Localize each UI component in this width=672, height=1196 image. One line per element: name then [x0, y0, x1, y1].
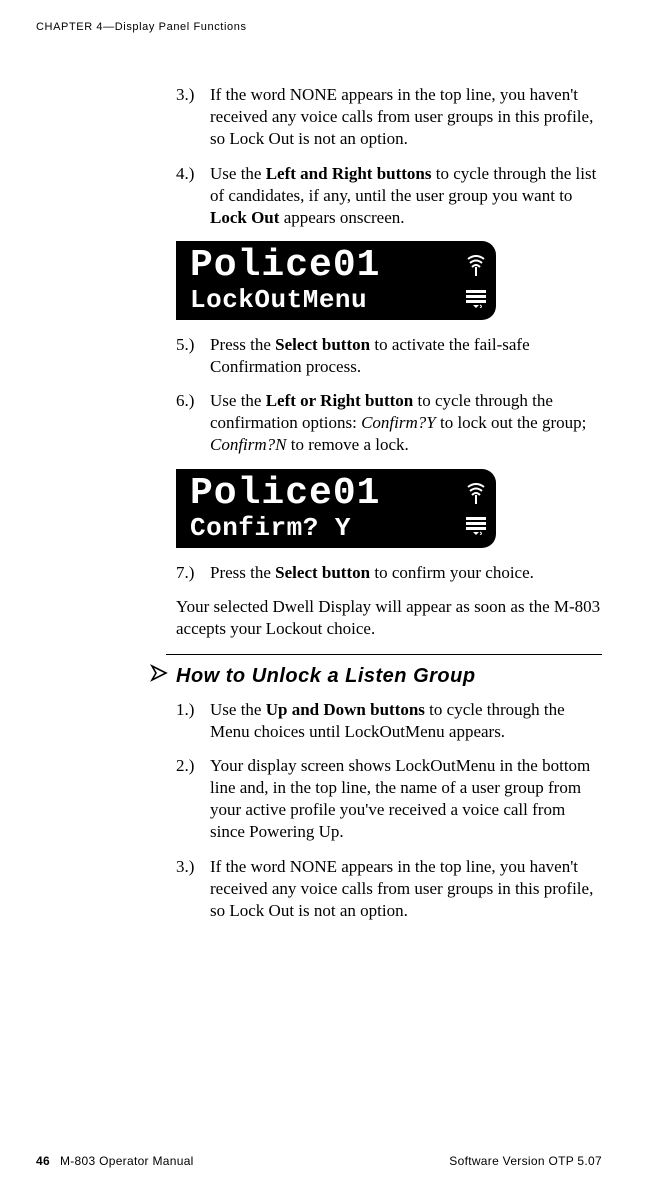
lcd-status-icons	[460, 475, 486, 544]
lcd-status-icons	[460, 247, 486, 316]
step-text: Press the Select button to activate the …	[210, 334, 602, 378]
bold-text: Left and Right buttons	[266, 164, 432, 183]
step-7: 7.) Press the Select button to confirm y…	[176, 562, 602, 584]
italic-text: Confirm?Y	[361, 413, 436, 432]
arrow-icon	[150, 663, 170, 689]
step-text: Press the Select button to confirm your …	[210, 562, 602, 584]
unlock-step-2: 2.) Your display screen shows LockOutMen…	[176, 755, 602, 843]
section-divider	[166, 654, 602, 655]
speaker-icon	[466, 290, 486, 308]
bold-text: Select button	[275, 335, 370, 354]
text-fragment: Use the	[210, 164, 266, 183]
step-5: 5.) Press the Select button to activate …	[176, 334, 602, 378]
step-6: 6.) Use the Left or Right button to cycl…	[176, 390, 602, 456]
step-text: If the word NONE appears in the top line…	[210, 84, 602, 150]
bold-text: Select button	[275, 563, 370, 582]
step-text: Use the Up and Down buttons to cycle thr…	[210, 699, 602, 743]
bold-text: Up and Down buttons	[266, 700, 425, 719]
step-4: 4.) Use the Left and Right buttons to cy…	[176, 163, 602, 229]
step-text: Your display screen shows LockOutMenu in…	[210, 755, 602, 843]
step-text: If the word NONE appears in the top line…	[210, 856, 602, 922]
lcd-line2: Confirm? Y	[190, 513, 460, 544]
text-fragment: to lock out the group;	[436, 413, 587, 432]
step-text: Use the Left or Right button to cycle th…	[210, 390, 602, 456]
text-fragment: Press the	[210, 563, 275, 582]
step-number: 1.)	[176, 699, 210, 743]
step-number: 3.)	[176, 84, 210, 150]
step-number: 5.)	[176, 334, 210, 378]
page-number: 46	[36, 1154, 50, 1168]
speaker-icon	[466, 517, 486, 535]
bold-text: Left or Right button	[266, 391, 414, 410]
step-number: 7.)	[176, 562, 210, 584]
text-fragment: Use the	[210, 700, 266, 719]
italic-text: Confirm?N	[210, 435, 287, 454]
footer-right: Software Version OTP 5.07	[449, 1154, 602, 1170]
text-fragment: to confirm your choice.	[370, 563, 534, 582]
manual-title: M-803 Operator Manual	[60, 1154, 194, 1168]
lcd-display-lockoutmenu: Police01 LockOutMenu	[176, 241, 496, 320]
signal-icon	[466, 483, 486, 505]
lcd-text: Police01 Confirm? Y	[190, 475, 460, 544]
text-fragment: Press the	[210, 335, 275, 354]
unlock-step-1: 1.) Use the Up and Down buttons to cycle…	[176, 699, 602, 743]
text-fragment: to remove a lock.	[287, 435, 409, 454]
text-fragment: Use the	[210, 391, 266, 410]
step-3: 3.) If the word NONE appears in the top …	[176, 84, 602, 150]
step-number: 2.)	[176, 755, 210, 843]
step-number: 6.)	[176, 390, 210, 456]
running-head: CHAPTER 4—Display Panel Functions	[36, 20, 602, 34]
signal-icon	[466, 255, 486, 277]
step-number: 4.)	[176, 163, 210, 229]
lcd-line2: LockOutMenu	[190, 285, 460, 316]
bold-text: Lock Out	[210, 208, 279, 227]
footer-left: 46 M-803 Operator Manual	[36, 1154, 194, 1170]
lcd-line1: Police01	[190, 247, 460, 285]
step-number: 3.)	[176, 856, 210, 922]
text-fragment: appears onscreen.	[279, 208, 404, 227]
lcd-line1: Police01	[190, 475, 460, 513]
page-footer: 46 M-803 Operator Manual Software Version…	[36, 1154, 602, 1170]
summary-paragraph: Your selected Dwell Display will appear …	[176, 596, 602, 640]
section-title: How to Unlock a Listen Group	[176, 663, 476, 689]
unlock-step-3: 3.) If the word NONE appears in the top …	[176, 856, 602, 922]
lcd-text: Police01 LockOutMenu	[190, 247, 460, 316]
lcd-display-confirm: Police01 Confirm? Y	[176, 469, 496, 548]
step-text: Use the Left and Right buttons to cycle …	[210, 163, 602, 229]
section-heading: How to Unlock a Listen Group	[176, 663, 602, 689]
